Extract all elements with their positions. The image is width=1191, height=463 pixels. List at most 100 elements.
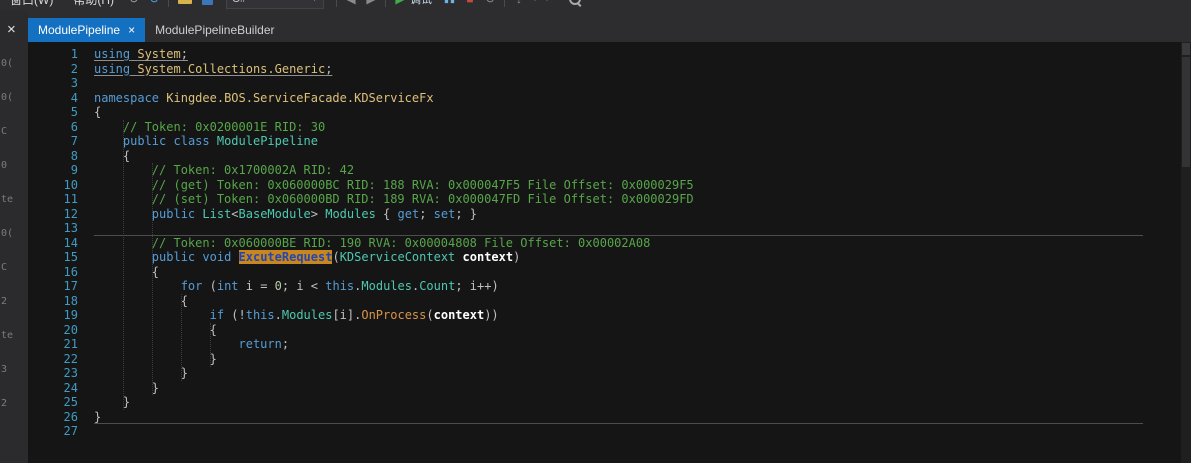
left-strip-fragments: 0(0(C 0 te 0(C 2 te 3 2: [0, 42, 28, 463]
code-text: for (int i = 0; i < this.Modules.Count; …: [180, 279, 499, 293]
truncated-text-fragment: 0(: [1, 92, 14, 103]
step-icon[interactable]: ↓: [509, 0, 529, 10]
close-tab-icon[interactable]: ×: [128, 24, 135, 36]
code-line[interactable]: 20 {: [28, 323, 1181, 338]
code-line[interactable]: 14 // Token: 0x060000BE RID: 190 RVA: 0x…: [28, 236, 1181, 251]
save-icon[interactable]: [202, 0, 213, 5]
truncated-text-fragment: C: [1, 126, 8, 137]
tab-bar: ModulePipeline × ModulePipelineBuilder: [28, 10, 1191, 42]
close-panel-icon[interactable]: ×: [7, 22, 16, 37]
chevron-down-icon: ▼: [311, 0, 318, 3]
code-text: public List<BaseModule> Modules { get; s…: [151, 206, 478, 221]
truncated-text-fragment: 3: [1, 364, 8, 375]
language-combo[interactable]: C# ▼: [226, 0, 324, 9]
code-text: return;: [238, 337, 290, 351]
code-line[interactable]: 7 public class ModulePipeline: [28, 134, 1181, 149]
dropdown-icon[interactable]: ▼: [529, 0, 541, 10]
truncated-text-fragment: 2: [1, 398, 8, 409]
code-text: // (get) Token: 0x060000BC RID: 188 RVA:…: [151, 177, 694, 192]
dropdown-icon[interactable]: ▼: [541, 0, 553, 10]
scrollbar-button[interactable]: [1182, 43, 1190, 55]
tab-label: ModulePipeline: [38, 23, 121, 37]
code-line[interactable]: 4 namespace Kingdee.BOS.ServiceFacade.KDS…: [28, 91, 1181, 106]
line-number: 7: [70, 134, 78, 148]
start-debug-icon[interactable]: ▶: [390, 0, 410, 10]
restart-icon[interactable]: ↻: [480, 0, 500, 10]
code-line[interactable]: 13: [28, 221, 1181, 236]
truncated-text-fragment: te: [1, 194, 14, 205]
code-lines: 1 using System; 2 using System.Collections.…: [28, 47, 1181, 439]
line-number: 8: [70, 148, 78, 163]
code-line[interactable]: 1 using System;: [28, 47, 1181, 62]
code-line[interactable]: 18 {: [28, 294, 1181, 309]
scrollbar-thumb[interactable]: [1182, 57, 1190, 167]
code-line[interactable]: 26}: [28, 409, 1181, 424]
nav-left-icon[interactable]: ◀: [341, 0, 361, 10]
line-number: 18: [63, 293, 78, 308]
code-line[interactable]: 9 // Token: 0x1700002A RID: 42: [28, 163, 1181, 178]
code-text: using System;: [94, 47, 188, 61]
code-line[interactable]: 12 public List<BaseModule> Modules { get…: [28, 207, 1181, 222]
code-line[interactable]: 3: [28, 76, 1181, 91]
code-line[interactable]: 19 if (!this.Modules[i].OnProcess(contex…: [28, 308, 1181, 323]
code-text: if (!this.Modules[i].OnProcess(context)): [209, 308, 499, 322]
line-number: 27: [63, 424, 78, 438]
line-number: 1: [70, 47, 78, 61]
code-line[interactable]: 8 {: [28, 149, 1181, 164]
code-line[interactable]: 22 }: [28, 352, 1181, 367]
code-line[interactable]: 27: [28, 424, 1181, 439]
open-folder-icon[interactable]: [178, 0, 192, 4]
code-line[interactable]: 6 // Token: 0x0200001E RID: 30: [28, 120, 1181, 135]
code-text: {: [94, 264, 160, 279]
decompiler-window: 窗口(W) 帮助(H) ↺ ↻ C# ▼ ◀ ▶ ▶ 调试 ▮▮ ■ ↻ ↓ ▼…: [0, 0, 1191, 463]
line-number: 26: [63, 409, 78, 424]
code-line[interactable]: 16 {: [28, 265, 1181, 280]
vertical-scrollbar[interactable]: [1181, 42, 1191, 463]
start-debug-label[interactable]: 调试: [410, 0, 432, 7]
nav-right-icon[interactable]: ▶: [361, 0, 381, 10]
toolbar: 窗口(W) 帮助(H) ↺ ↻ C# ▼ ◀ ▶ ▶ 调试 ▮▮ ■ ↻ ↓ ▼…: [0, 0, 1191, 10]
language-combo-value: C#: [232, 0, 246, 5]
line-number: 10: [63, 177, 78, 192]
navigate-forward-icon[interactable]: ↻: [144, 0, 164, 10]
navigate-back-icon[interactable]: ↺: [124, 0, 144, 10]
code-line[interactable]: 24 }: [28, 381, 1181, 396]
code-text: // (set) Token: 0x060000BD RID: 189 RVA:…: [151, 192, 694, 206]
code-text: namespace Kingdee.BOS.ServiceFacade.KDSe…: [94, 90, 434, 105]
toolbar-separator: [336, 0, 337, 7]
tab-modulepipeline[interactable]: ModulePipeline ×: [28, 18, 146, 42]
pause-icon[interactable]: ▮▮: [440, 0, 460, 10]
code-line[interactable]: 10 // (get) Token: 0x060000BC RID: 188 R…: [28, 178, 1181, 193]
code-line[interactable]: 2 using System.Collections.Generic;: [28, 62, 1181, 77]
line-number: 11: [63, 192, 78, 206]
line-number: 22: [63, 351, 78, 366]
line-number: 6: [70, 119, 78, 134]
code-text: }: [94, 409, 102, 424]
line-number: 4: [70, 90, 78, 105]
line-number: 13: [63, 221, 78, 235]
code-line[interactable]: 17 for (int i = 0; i < this.Modules.Coun…: [28, 279, 1181, 294]
line-number: 20: [63, 322, 78, 337]
code-line[interactable]: 11 // (set) Token: 0x060000BD RID: 189 R…: [28, 192, 1181, 207]
line-number: 9: [70, 163, 78, 177]
code-text: // Token: 0x1700002A RID: 42: [151, 163, 355, 177]
menu-help[interactable]: 帮助(H): [63, 0, 124, 8]
truncated-text-fragment: 0(: [1, 228, 14, 239]
code-line[interactable]: 21 return;: [28, 337, 1181, 352]
code-line[interactable]: 23 }: [28, 366, 1181, 381]
truncated-text-fragment: C: [1, 262, 8, 273]
code-line[interactable]: 5{: [28, 105, 1181, 120]
line-number: 3: [70, 76, 78, 90]
code-text: using System.Collections.Generic;: [94, 61, 333, 76]
search-icon[interactable]: [569, 0, 581, 5]
code-editor[interactable]: 1 using System; 2 using System.Collections.…: [28, 42, 1191, 463]
tab-modulepipelinebuilder[interactable]: ModulePipelineBuilder: [145, 18, 284, 42]
code-line[interactable]: 25 }: [28, 395, 1181, 410]
line-number: 21: [63, 337, 78, 351]
code-text: {: [94, 105, 102, 119]
stop-icon[interactable]: ■: [460, 0, 480, 10]
document-area: ModulePipeline × ModulePipelineBuilder 1…: [28, 10, 1191, 463]
code-line[interactable]: 15 public void ExcuteRequest(KDServiceCo…: [28, 250, 1181, 265]
menu-window[interactable]: 窗口(W): [0, 0, 63, 8]
line-number: 25: [63, 395, 78, 409]
